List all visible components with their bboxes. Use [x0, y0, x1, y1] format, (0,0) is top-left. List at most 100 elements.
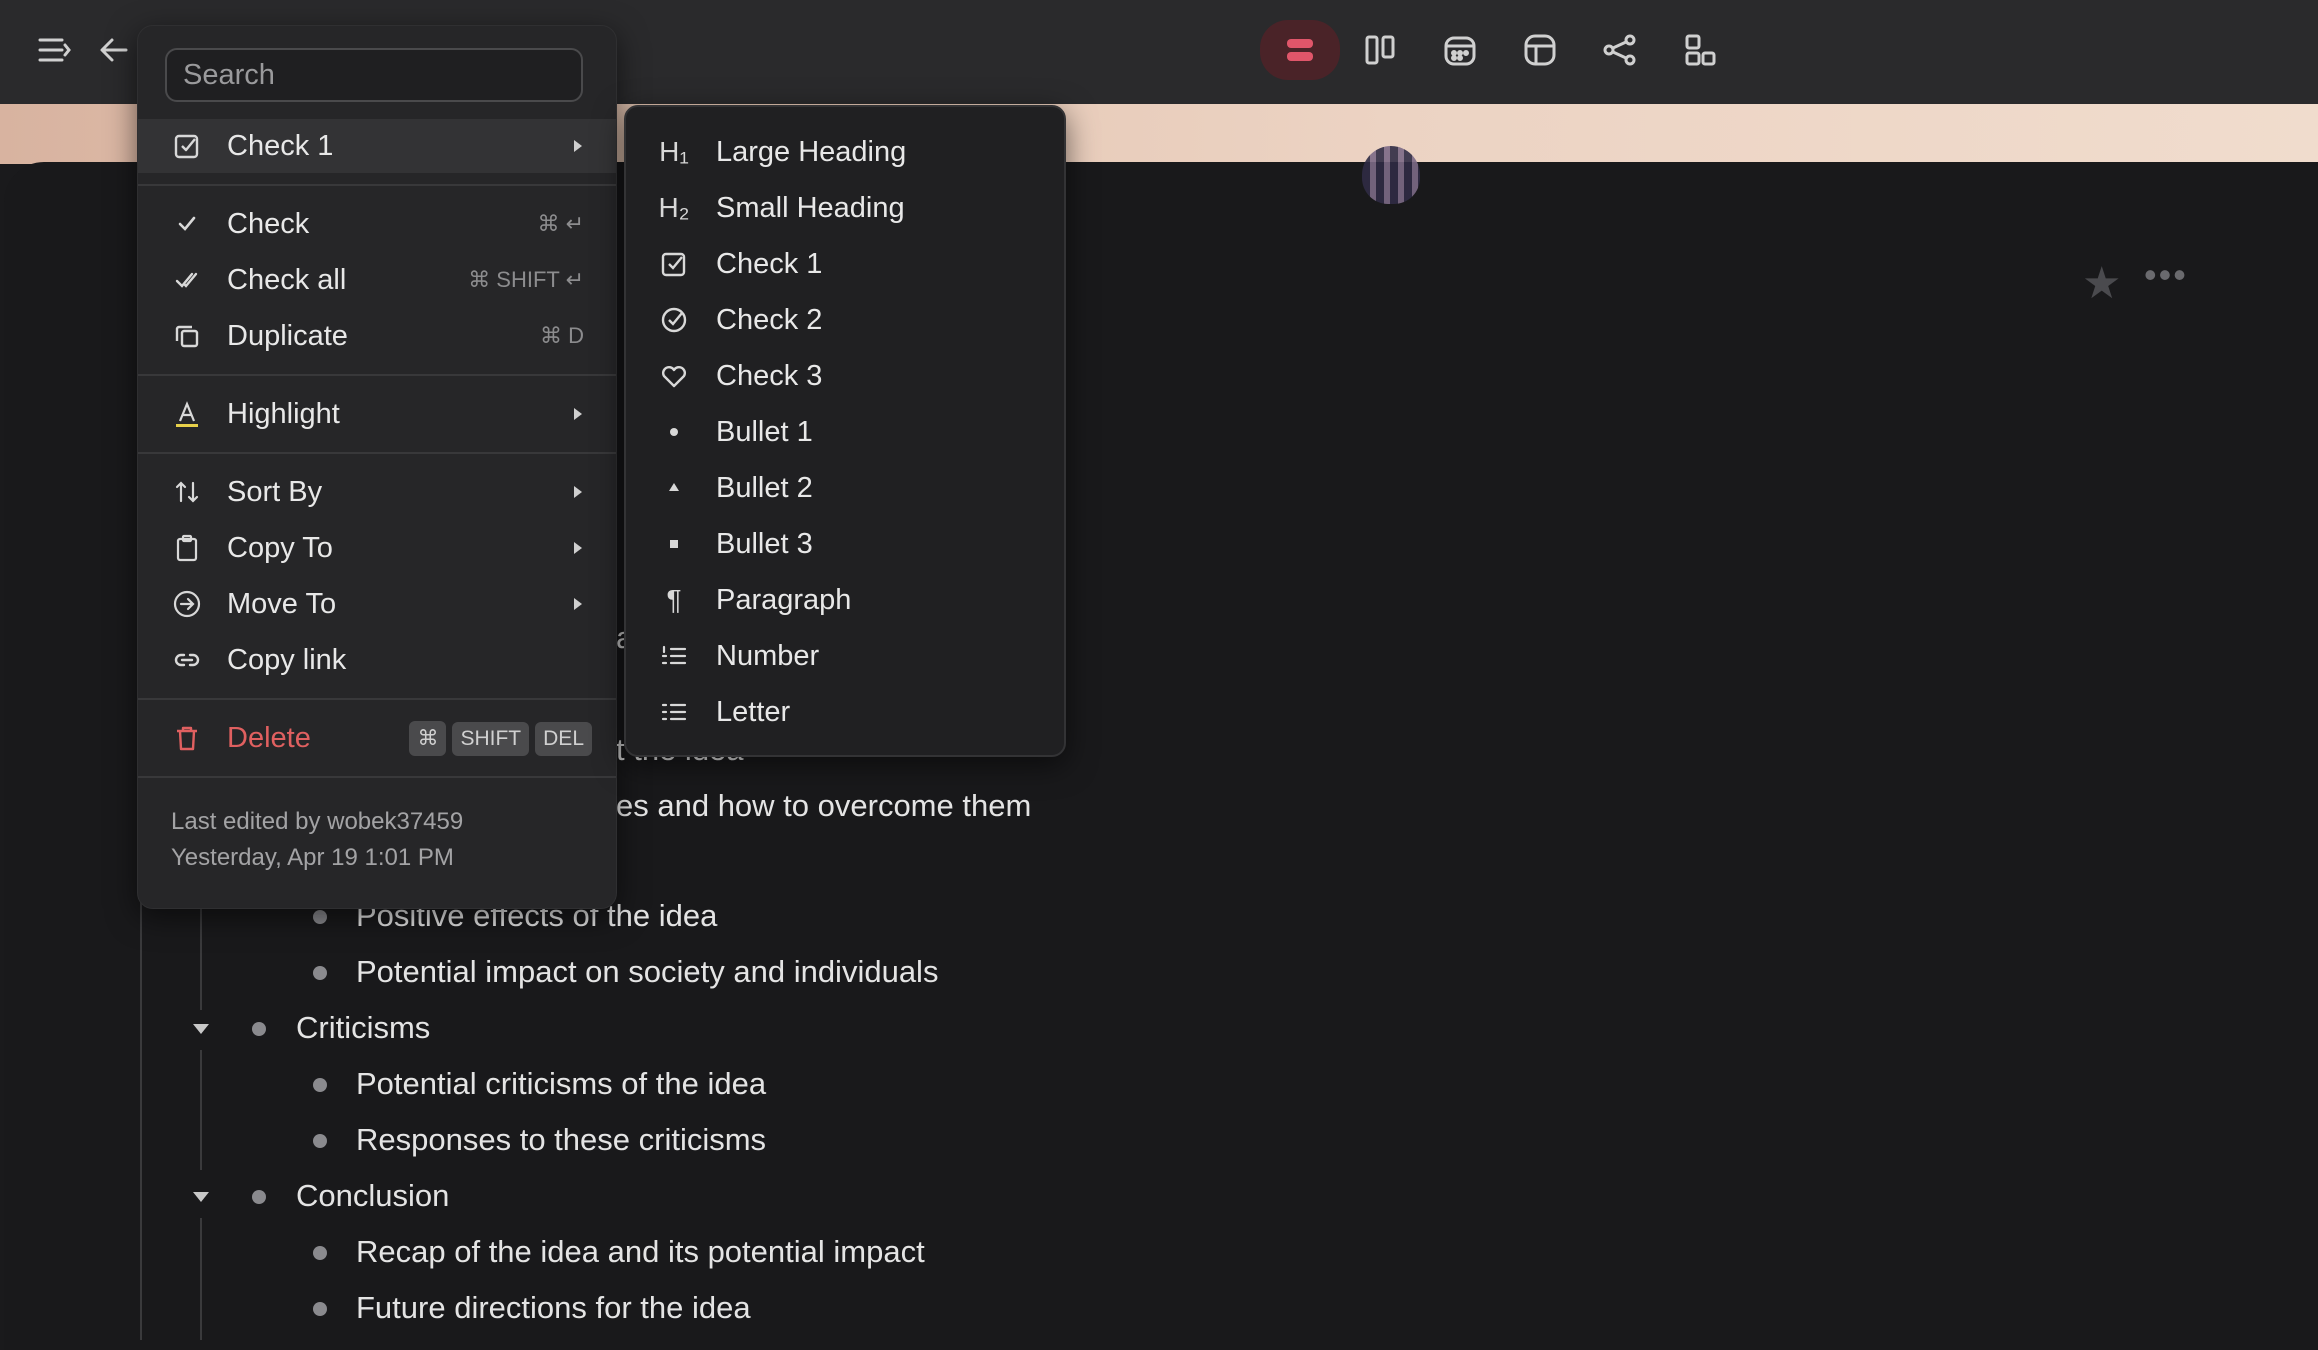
- outline-row-text[interactable]: Future directions for the idea: [356, 1290, 751, 1326]
- outline-row-partial[interactable]: es and how to overcome them: [616, 788, 1031, 824]
- menu-item-label: Highlight: [227, 397, 340, 430]
- menu-search-input[interactable]: [165, 48, 583, 102]
- menu-item-sort-by[interactable]: Sort By: [138, 465, 616, 519]
- bullet-icon[interactable]: [252, 1190, 266, 1204]
- menu-item-label: Delete: [227, 721, 311, 754]
- delete-shortcut-keys: ⌘ SHIFT DEL: [403, 720, 592, 756]
- outline-row-text[interactable]: Potential impact on society and individu…: [356, 954, 938, 990]
- bullet-icon[interactable]: [313, 910, 327, 924]
- templates-icon[interactable]: [1672, 22, 1728, 78]
- collapse-caret-icon[interactable]: [193, 1192, 209, 1202]
- menu-divider: [138, 776, 616, 778]
- submenu-item-small-heading[interactable]: H₂ Small Heading: [626, 181, 1064, 235]
- outline-row-text[interactable]: Potential criticisms of the idea: [356, 1066, 766, 1102]
- shortcut-label: ⌘ D: [540, 323, 584, 348]
- submenu-item-large-heading[interactable]: H₁ Large Heading: [626, 125, 1064, 179]
- submenu-item-label: Bullet 2: [716, 471, 813, 504]
- submenu-item-label: Large Heading: [716, 135, 907, 168]
- square-bullet-icon: [656, 526, 692, 562]
- submenu-item-label: Check 2: [716, 303, 823, 336]
- submenu-item-check-3[interactable]: Check 3: [626, 349, 1064, 403]
- collapse-caret-icon[interactable]: [193, 1024, 209, 1034]
- menu-item-label: Copy To: [227, 531, 333, 564]
- submenu-item-label: Check 3: [716, 359, 823, 392]
- star-icon[interactable]: ★: [2082, 258, 2121, 309]
- menu-item-move-to[interactable]: Move To: [138, 577, 616, 631]
- submenu-item-letter[interactable]: Letter: [626, 685, 1064, 739]
- table-view-icon[interactable]: [1512, 22, 1568, 78]
- menu-item-check[interactable]: Check ⌘ ↵: [138, 197, 616, 251]
- checkbox-icon: [656, 246, 692, 282]
- shortcut-label: ⌘ SHIFT ↵: [468, 267, 584, 292]
- calendar-view-icon[interactable]: [1432, 22, 1488, 78]
- submenu-item-number[interactable]: Number: [626, 629, 1064, 683]
- format-submenu: H₁ Large Heading H₂ Small Heading Check …: [624, 105, 1066, 757]
- submenu-item-label: Small Heading: [716, 191, 905, 224]
- heading-2-icon: H₂: [658, 192, 690, 223]
- menu-item-duplicate[interactable]: Duplicate ⌘ D: [138, 309, 616, 363]
- menu-item-copy-link[interactable]: Copy link: [138, 633, 616, 687]
- submenu-item-check-1[interactable]: Check 1: [626, 237, 1064, 291]
- submenu-item-bullet-3[interactable]: Bullet 3: [626, 517, 1064, 571]
- menu-icon[interactable]: [26, 22, 82, 78]
- double-check-icon: [170, 263, 204, 297]
- paragraph-icon: ¶: [666, 584, 682, 615]
- bullet-icon[interactable]: [313, 1302, 327, 1316]
- menu-item-label: Duplicate: [227, 319, 348, 352]
- highlight-icon: [170, 397, 204, 431]
- menu-item-check-1[interactable]: Check 1: [138, 119, 616, 173]
- bullet-icon[interactable]: [313, 1246, 327, 1260]
- key-cmd: ⌘: [409, 720, 447, 756]
- sort-icon: [170, 475, 204, 509]
- submenu-item-bullet-1[interactable]: Bullet 1: [626, 405, 1064, 459]
- menu-item-label: Copy link: [227, 643, 347, 676]
- trash-icon: [170, 721, 204, 755]
- submenu-item-check-2[interactable]: Check 2: [626, 293, 1064, 347]
- outline-view-icon[interactable]: [1260, 20, 1340, 80]
- menu-item-check-all[interactable]: Check all ⌘ SHIFT ↵: [138, 253, 616, 307]
- lettered-list-icon: [656, 694, 692, 730]
- key-shift: SHIFT: [452, 721, 530, 756]
- shortcut-label: ⌘ ↵: [537, 211, 584, 236]
- checkbox-icon: [170, 129, 204, 163]
- menu-divider: [138, 698, 616, 700]
- bullet-icon[interactable]: [313, 1134, 327, 1148]
- outline-row-text[interactable]: Criticisms: [296, 1010, 430, 1046]
- bullet-icon[interactable]: [313, 1078, 327, 1092]
- submenu-item-label: Bullet 3: [716, 527, 813, 560]
- submenu-item-paragraph[interactable]: ¶ Paragraph: [626, 573, 1064, 627]
- duplicate-icon: [170, 319, 204, 353]
- circle-check-icon: [656, 302, 692, 338]
- submenu-item-label: Bullet 1: [716, 415, 813, 448]
- outline-row-text[interactable]: Responses to these criticisms: [356, 1122, 766, 1158]
- move-icon: [170, 587, 204, 621]
- outline-row-text[interactable]: Recap of the idea and its potential impa…: [356, 1234, 925, 1270]
- more-options-icon[interactable]: •••: [2144, 254, 2188, 296]
- menu-item-copy-to[interactable]: Copy To: [138, 521, 616, 575]
- outline-row-text[interactable]: Conclusion: [296, 1178, 449, 1214]
- submenu-item-bullet-2[interactable]: Bullet 2: [626, 461, 1064, 515]
- back-icon[interactable]: [86, 22, 142, 78]
- menu-item-label: Move To: [227, 587, 337, 620]
- check-icon: [170, 207, 204, 241]
- numbered-list-icon: [656, 638, 692, 674]
- last-edited-by: Last edited by wobek37459: [171, 808, 464, 835]
- menu-item-label: Check 1: [227, 129, 334, 162]
- submenu-item-label: Paragraph: [716, 583, 852, 616]
- bullet-icon[interactable]: [313, 966, 327, 980]
- menu-item-delete[interactable]: Delete ⌘ SHIFT DEL: [138, 711, 616, 765]
- submenu-arrow-icon: [574, 486, 582, 498]
- outline-guide-line: [200, 1050, 202, 1170]
- menu-item-label: Check: [227, 207, 310, 240]
- outline-guide-line: [200, 1218, 202, 1340]
- context-menu: Check 1 Check ⌘ ↵ Check all ⌘ SHIFT ↵ Du…: [137, 25, 617, 909]
- submenu-arrow-icon: [574, 598, 582, 610]
- heading-1-icon: H₁: [659, 136, 689, 167]
- bullet-icon[interactable]: [252, 1022, 266, 1036]
- board-view-icon[interactable]: [1352, 22, 1408, 78]
- menu-divider: [138, 184, 616, 186]
- submenu-arrow-icon: [574, 140, 582, 152]
- share-icon[interactable]: [1592, 22, 1648, 78]
- link-icon: [170, 643, 204, 677]
- menu-item-highlight[interactable]: Highlight: [138, 387, 616, 441]
